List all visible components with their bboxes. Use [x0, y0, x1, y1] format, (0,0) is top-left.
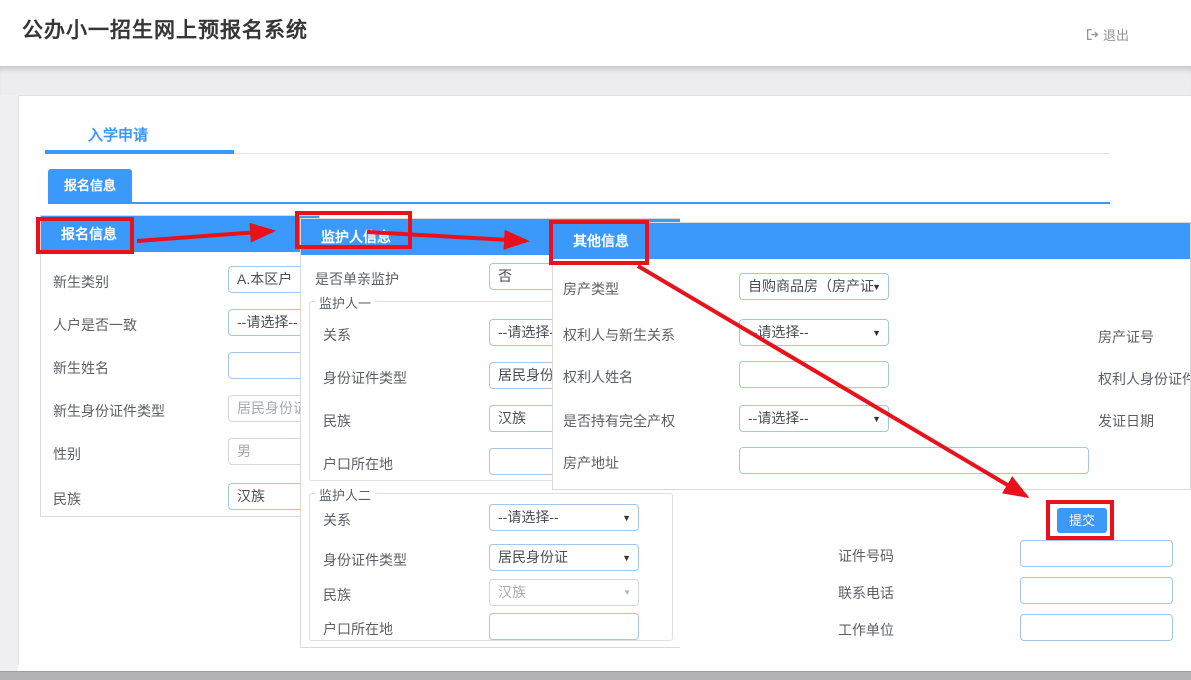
horizontal-scrollbar[interactable]	[0, 671, 1191, 680]
chevron-down-icon: ▼	[622, 545, 631, 571]
field-label: 联系电话	[838, 583, 894, 603]
guardian2-relation-select[interactable]: --请选择--▼	[489, 504, 639, 531]
tab-row-rule	[234, 153, 1110, 154]
field-label: 是否持有完全产权	[563, 411, 675, 431]
owner-relation-select[interactable]: --请选择--▼	[739, 319, 889, 346]
field-label: 民族	[323, 585, 351, 605]
field-label: 房产证号	[1098, 327, 1154, 347]
field-label: 权利人与新生关系	[563, 325, 675, 345]
field-label: 性别	[53, 444, 81, 464]
chevron-down-icon: ▼	[623, 580, 631, 606]
field-label: 人户是否一致	[53, 315, 137, 335]
chevron-down-icon: ▼	[872, 274, 881, 300]
work-unit-input[interactable]	[1020, 614, 1173, 641]
field-label: 新生身份证件类型	[53, 401, 165, 421]
field-label: 关系	[323, 325, 351, 345]
active-tab-indicator	[45, 150, 234, 154]
property-type-select[interactable]: 自购商品房（房产证▼	[739, 273, 889, 300]
field-label: 新生类别	[53, 272, 109, 292]
chevron-down-icon: ▼	[622, 505, 631, 531]
guardian2-id-type-select[interactable]: 居民身份证▼	[489, 544, 639, 571]
field-label: 民族	[53, 489, 81, 509]
page-gutter	[0, 95, 18, 671]
page-title: 公办小一招生网上预报名系统	[22, 14, 308, 44]
enrollment-system-screen: 公办小一招生网上预报名系统 退出 入学申请 报名信息 提交 证件号码 联系电话 …	[0, 0, 1191, 680]
property-address-input[interactable]	[739, 447, 1089, 474]
field-label: 房产类型	[563, 279, 619, 299]
field-label: 户口所在地	[323, 619, 393, 639]
sub-tab-rule	[48, 202, 1110, 204]
submit-button[interactable]: 提交	[1057, 508, 1107, 533]
field-label: 房产地址	[563, 453, 619, 473]
field-label: 权利人身份证件号	[1098, 369, 1191, 389]
chevron-down-icon: ▼	[872, 320, 881, 346]
guardian2-household-location-input[interactable]	[489, 613, 639, 640]
panel-header-registration: 报名信息	[41, 216, 319, 252]
logout-label: 退出	[1103, 25, 1129, 44]
field-label: 户口所在地	[323, 454, 393, 474]
field-label: 发证日期	[1098, 411, 1154, 431]
field-label: 民族	[323, 411, 351, 431]
guardian2-ethnicity-select: 汉族▼	[489, 579, 639, 606]
full-ownership-select[interactable]: --请选择--▼	[739, 405, 889, 432]
owner-name-input[interactable]	[739, 361, 889, 388]
field-label: 关系	[323, 510, 351, 530]
other-info-panel: 其他信息 房产类型 自购商品房（房产证▼ 权利人与新生关系 --请选择--▼ 权…	[552, 222, 1191, 490]
logout-button[interactable]: 退出	[1086, 25, 1129, 44]
chevron-down-icon: ▼	[872, 406, 881, 432]
header-divider-band	[0, 66, 1191, 95]
field-label: 证件号码	[838, 546, 894, 566]
registration-info-panel: 报名信息 新生类别 A.本区户▼ 人户是否一致 --请选择--▼ 新生姓名 新生…	[40, 215, 320, 517]
field-label: 工作单位	[838, 620, 894, 640]
guardian-one-legend: 监护人一	[315, 293, 375, 312]
id-number-input[interactable]	[1020, 540, 1173, 567]
panel-header-other: 其他信息	[553, 223, 1190, 259]
guardian-two-legend: 监护人二	[315, 485, 375, 504]
field-label: 权利人姓名	[563, 367, 633, 387]
tab-registration-info[interactable]: 报名信息	[48, 169, 132, 202]
field-label: 身份证件类型	[323, 550, 407, 570]
contact-phone-input[interactable]	[1020, 577, 1173, 604]
sign-out-icon	[1086, 28, 1099, 41]
field-label: 新生姓名	[53, 358, 109, 378]
tab-enrollment-application[interactable]: 入学申请	[88, 124, 148, 145]
field-label: 身份证件类型	[323, 368, 407, 388]
field-label: 是否单亲监护	[315, 269, 399, 289]
